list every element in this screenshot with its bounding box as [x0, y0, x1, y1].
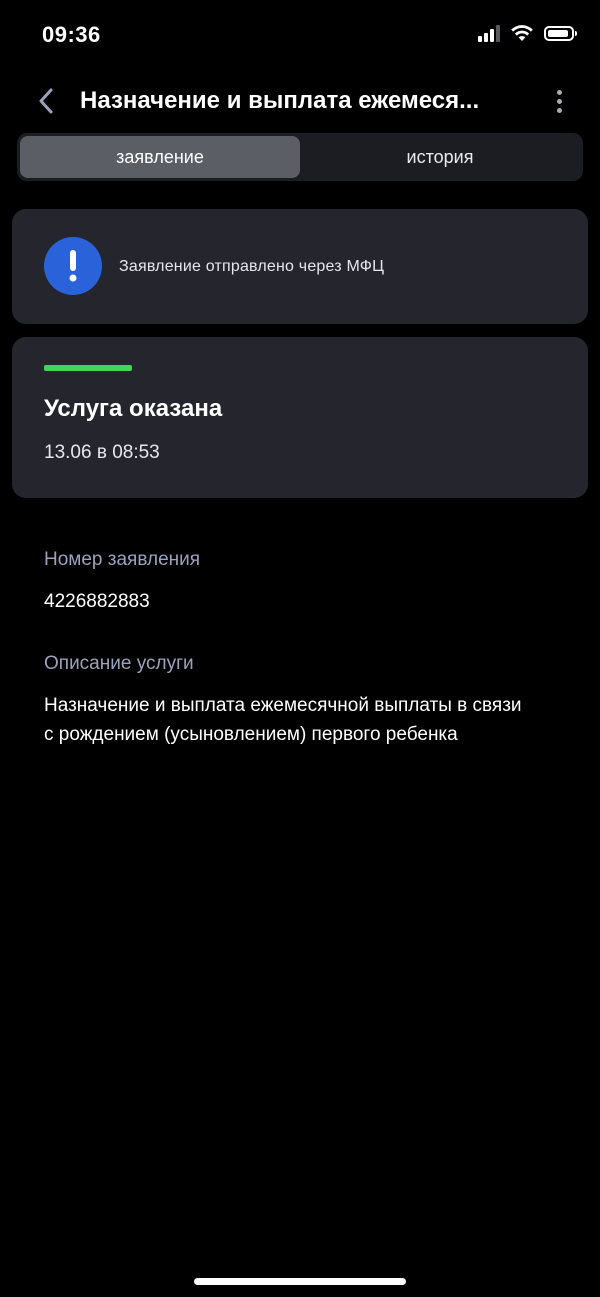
back-button[interactable]	[28, 82, 64, 120]
tab-bar: заявление история	[17, 133, 583, 181]
more-vertical-icon	[556, 89, 562, 95]
status-icons	[478, 24, 577, 42]
application-number-label: Номер заявления	[44, 549, 201, 570]
app-header: Назначение и выплата ежемеся...	[0, 72, 600, 130]
cellular-signal-icon	[478, 24, 500, 42]
notice-text: Заявление отправлено через МФЦ	[119, 258, 385, 275]
exclamation-icon	[44, 237, 102, 295]
status-bar: 09:36	[0, 0, 600, 72]
status-date: 13.06 в 08:53	[44, 442, 160, 463]
status-indicator	[44, 365, 132, 371]
page-title: Назначение и выплата ежемеся...	[80, 87, 480, 114]
notice-card: Заявление отправлено через МФЦ	[12, 209, 588, 324]
status-time: 09:36	[42, 22, 101, 47]
tab-history[interactable]: история	[300, 136, 580, 178]
service-description-label: Описание услуги	[44, 653, 194, 674]
tab-application[interactable]: заявление	[20, 136, 300, 178]
more-options-button[interactable]	[548, 84, 570, 118]
service-description-value: Назначение и выплата ежемесячной выплаты…	[44, 695, 522, 745]
wifi-icon	[511, 25, 533, 41]
status-card: Услуга оказана 13.06 в 08:53	[12, 337, 588, 498]
chevron-left-icon	[39, 88, 53, 114]
battery-icon	[544, 25, 577, 41]
status-title: Услуга оказана	[44, 395, 223, 422]
application-number-value: 4226882883	[44, 591, 150, 612]
home-indicator[interactable]	[194, 1278, 406, 1285]
